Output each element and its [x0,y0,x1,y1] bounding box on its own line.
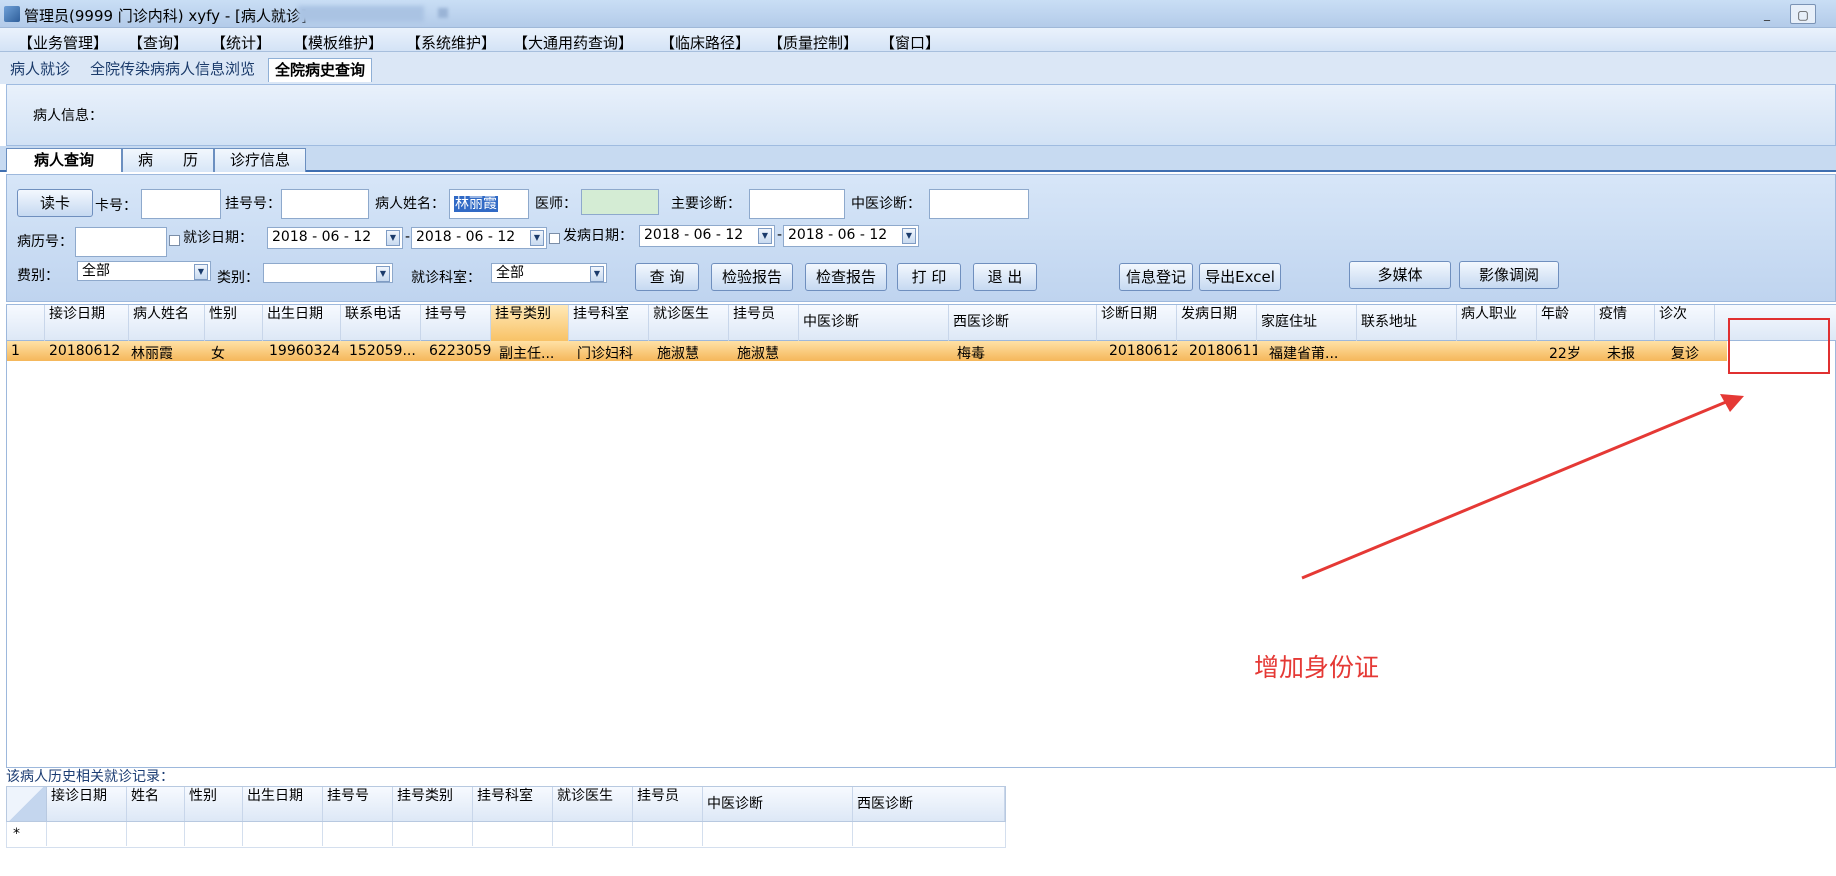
history-cell[interactable] [323,822,393,846]
hcol-reg-no[interactable]: 挂号号 [323,787,393,821]
history-cell[interactable] [47,822,127,846]
history-cell[interactable] [553,822,633,846]
hcol-tcm-diag[interactable]: 中医诊断 [703,787,853,821]
hcol-registrar[interactable]: 挂号员 [633,787,703,821]
history-label: 该病人历史相关就诊记录： [6,769,174,785]
hcol-visit-date[interactable]: 接诊日期 [47,787,127,821]
annotation-arrow [1301,394,1744,580]
hcol-birth-date[interactable]: 出生日期 [243,787,323,821]
history-grid-header: 接诊日期 姓名 性别 出生日期 挂号号 挂号类别 挂号科室 就诊医生 挂号员 中… [6,786,1006,822]
hcol-doctor[interactable]: 就诊医生 [553,787,633,821]
hcol-reg-dept[interactable]: 挂号科室 [473,787,553,821]
history-cell[interactable] [473,822,553,846]
hcol-western-diag[interactable]: 西医诊断 [853,787,1005,821]
history-row-header [7,822,47,846]
hcol-gender[interactable]: 性别 [185,787,243,821]
history-cell[interactable] [243,822,323,846]
history-new-row[interactable]: * [6,822,1006,848]
select-all-corner[interactable] [7,787,47,821]
history-cell[interactable] [633,822,703,846]
hcol-reg-type[interactable]: 挂号类别 [393,787,473,821]
history-grid: 接诊日期 姓名 性别 出生日期 挂号号 挂号类别 挂号科室 就诊医生 挂号员 中… [6,786,1006,848]
history-cell[interactable] [703,822,853,846]
annotation-text: 增加身份证 [1254,653,1380,682]
history-cell[interactable] [393,822,473,846]
history-cell[interactable] [127,822,185,846]
history-cell[interactable] [185,822,243,846]
hcol-name[interactable]: 姓名 [127,787,185,821]
